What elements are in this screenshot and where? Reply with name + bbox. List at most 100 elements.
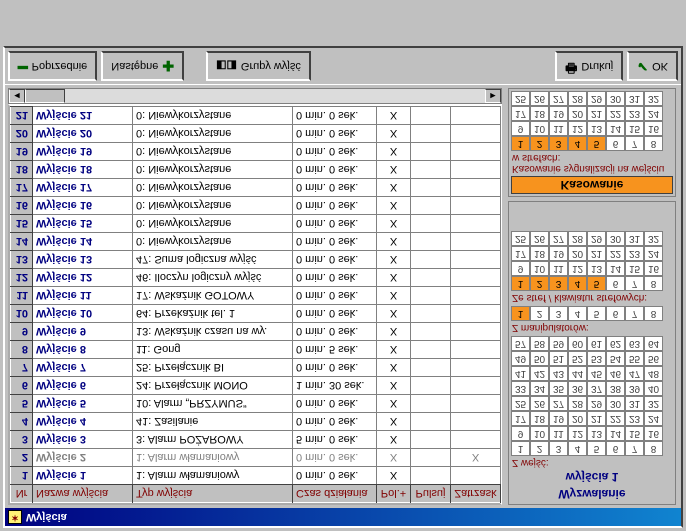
num-cell[interactable]: 58 xyxy=(530,336,549,351)
row-name[interactable]: Wyjście 6 xyxy=(33,377,133,395)
row-latch[interactable] xyxy=(451,359,501,377)
num-cell[interactable]: 8 xyxy=(644,306,663,321)
num-cell[interactable]: 1 xyxy=(511,306,530,321)
print-button[interactable]: 🖶 Drukuj xyxy=(555,51,623,81)
row-name[interactable]: Wyjście 15 xyxy=(33,215,133,233)
num-cell[interactable]: 49 xyxy=(511,351,530,366)
row-latch[interactable]: X xyxy=(451,449,501,467)
row-puls[interactable] xyxy=(411,413,451,431)
table-row[interactable]: 15Wyjście 150: Niewykorzystane0 min. 0 s… xyxy=(11,215,501,233)
num-cell[interactable]: 11 xyxy=(549,261,568,276)
row-name[interactable]: Wyjście 17 xyxy=(33,179,133,197)
num-cell[interactable]: 7 xyxy=(625,136,644,151)
num-cell[interactable]: 1 xyxy=(511,276,530,291)
num-cell[interactable]: 10 xyxy=(530,261,549,276)
row-puls[interactable] xyxy=(411,161,451,179)
row-type[interactable]: 25: Przełącznik BI xyxy=(133,359,293,377)
num-cell[interactable]: 61 xyxy=(587,336,606,351)
num-cell[interactable]: 6 xyxy=(606,306,625,321)
num-cell[interactable]: 5 xyxy=(587,276,606,291)
num-cell[interactable]: 38 xyxy=(606,381,625,396)
num-cell[interactable]: 62 xyxy=(606,336,625,351)
col-time[interactable]: Czas działania xyxy=(293,485,377,503)
row-time[interactable]: 0 min. 0 sek. xyxy=(293,125,377,143)
num-cell[interactable]: 30 xyxy=(606,91,625,106)
row-type[interactable]: 0: Niewykorzystane xyxy=(133,197,293,215)
row-time[interactable]: 0 min. 0 sek. xyxy=(293,467,377,485)
row-pol[interactable]: X xyxy=(377,413,411,431)
row-pol[interactable]: X xyxy=(377,251,411,269)
row-pol[interactable]: X xyxy=(377,161,411,179)
num-cell[interactable]: 31 xyxy=(625,231,644,246)
num-cell[interactable]: 18 xyxy=(530,106,549,121)
row-puls[interactable] xyxy=(411,431,451,449)
num-cell[interactable]: 4 xyxy=(568,441,587,456)
col-pol[interactable]: Pol.+ xyxy=(377,485,411,503)
row-name[interactable]: Wyjście 1 xyxy=(33,467,133,485)
row-type[interactable]: 0: Niewykorzystane xyxy=(133,143,293,161)
row-type[interactable]: 17: Wskaźnik GOTOWY xyxy=(133,287,293,305)
table-row[interactable]: 6Wyjście 624: Przełącznik MONO1 min. 30 … xyxy=(11,377,501,395)
col-type[interactable]: Typ wyjścia xyxy=(133,485,293,503)
row-time[interactable]: 0 min. 0 sek. xyxy=(293,323,377,341)
col-nr[interactable]: Nr xyxy=(11,485,33,503)
col-name[interactable]: Nazwa wyjścia xyxy=(33,485,133,503)
num-cell[interactable]: 40 xyxy=(644,381,663,396)
row-puls[interactable] xyxy=(411,287,451,305)
num-cell[interactable]: 4 xyxy=(568,306,587,321)
num-cell[interactable]: 1 xyxy=(511,136,530,151)
row-puls[interactable] xyxy=(411,305,451,323)
table-row[interactable]: 16Wyjście 160: Niewykorzystane0 min. 0 s… xyxy=(11,197,501,215)
num-cell[interactable]: 54 xyxy=(606,351,625,366)
num-cell[interactable]: 22 xyxy=(606,411,625,426)
num-cell[interactable]: 33 xyxy=(511,381,530,396)
row-type[interactable]: 24: Przełącznik MONO xyxy=(133,377,293,395)
row-time[interactable]: 0 min. 0 sek. xyxy=(293,179,377,197)
row-puls[interactable] xyxy=(411,143,451,161)
num-cell[interactable]: 56 xyxy=(644,351,663,366)
row-time[interactable]: 0 min. 0 sek. xyxy=(293,197,377,215)
table-row[interactable]: 2Wyjście 21: Alarm włamaniowy0 min. 0 se… xyxy=(11,449,501,467)
row-puls[interactable] xyxy=(411,395,451,413)
row-pol[interactable]: X xyxy=(377,179,411,197)
num-cell[interactable]: 27 xyxy=(549,91,568,106)
num-cell[interactable]: 12 xyxy=(568,426,587,441)
row-latch[interactable] xyxy=(451,431,501,449)
row-pol[interactable]: X xyxy=(377,377,411,395)
num-cell[interactable]: 18 xyxy=(530,411,549,426)
num-cell[interactable]: 25 xyxy=(511,231,530,246)
outputs-grid[interactable]: Nr Nazwa wyjścia Typ wyjścia Czas działa… xyxy=(8,104,502,505)
row-latch[interactable] xyxy=(451,233,501,251)
table-row[interactable]: 5Wyjście 510: Alarm „PRZYMUS”0 min. 0 se… xyxy=(11,395,501,413)
row-pol[interactable]: X xyxy=(377,467,411,485)
num-cell[interactable]: 7 xyxy=(625,306,644,321)
num-cell[interactable]: 50 xyxy=(530,351,549,366)
table-row[interactable]: 17Wyjście 170: Niewykorzystane0 min. 0 s… xyxy=(11,179,501,197)
num-cell[interactable]: 7 xyxy=(625,276,644,291)
row-latch[interactable] xyxy=(451,125,501,143)
table-row[interactable]: 1Wyjście 11: Alarm włamaniowy0 min. 0 se… xyxy=(11,467,501,485)
row-latch[interactable] xyxy=(451,395,501,413)
num-cell[interactable]: 16 xyxy=(644,426,663,441)
row-pol[interactable]: X xyxy=(377,341,411,359)
num-cell[interactable]: 15 xyxy=(625,426,644,441)
col-puls[interactable]: Pulsuj xyxy=(411,485,451,503)
row-time[interactable]: 0 min. 0 sek. xyxy=(293,143,377,161)
row-type[interactable]: 1: Alarm włamaniowy xyxy=(133,467,293,485)
row-latch[interactable] xyxy=(451,179,501,197)
num-cell[interactable]: 23 xyxy=(625,106,644,121)
num-cell[interactable]: 63 xyxy=(625,336,644,351)
row-pol[interactable]: X xyxy=(377,215,411,233)
num-cell[interactable]: 3 xyxy=(549,276,568,291)
row-time[interactable]: 5 min. 0 sek. xyxy=(293,431,377,449)
ok-button[interactable]: ✔ OK xyxy=(627,51,678,81)
row-latch[interactable] xyxy=(451,341,501,359)
scroll-thumb[interactable] xyxy=(25,89,65,103)
scroll-left-button[interactable]: ◄ xyxy=(9,89,25,103)
table-row[interactable]: 19Wyjście 190: Niewykorzystane0 min. 0 s… xyxy=(11,143,501,161)
row-puls[interactable] xyxy=(411,449,451,467)
num-cell[interactable]: 45 xyxy=(587,366,606,381)
num-cell[interactable]: 46 xyxy=(606,366,625,381)
num-cell[interactable]: 2 xyxy=(530,276,549,291)
row-puls[interactable] xyxy=(411,467,451,485)
